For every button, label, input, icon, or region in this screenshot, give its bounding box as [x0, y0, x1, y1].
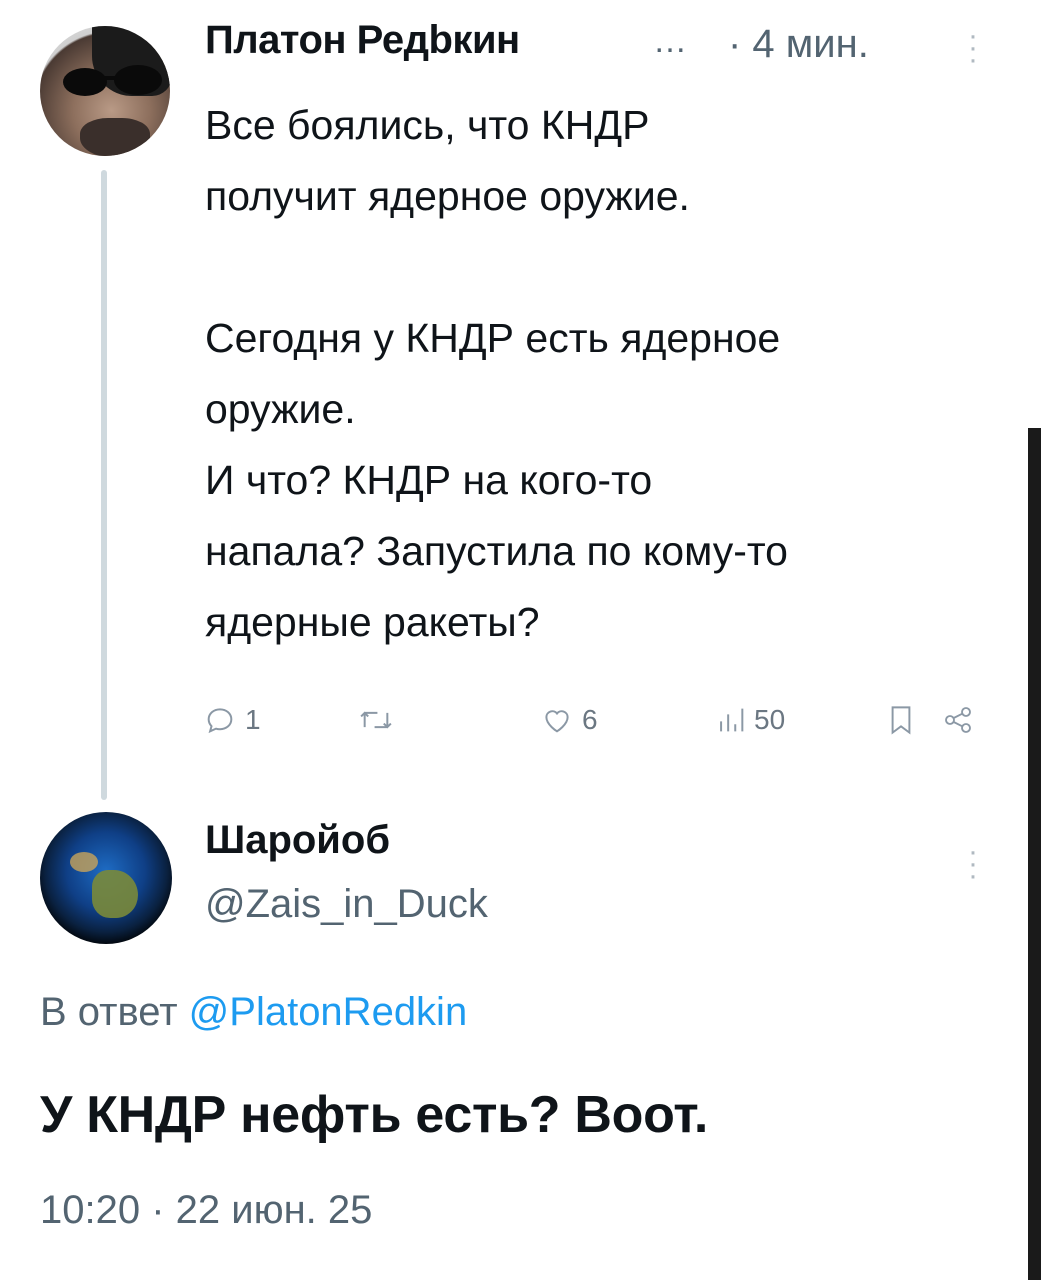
bookmark-icon	[891, 706, 911, 735]
thread-connector-line	[101, 170, 107, 800]
avatar-globe-continent	[92, 870, 138, 918]
retweet-button[interactable]	[357, 700, 403, 740]
sunglasses-icon	[63, 65, 162, 96]
views-button[interactable]: 50	[716, 700, 785, 740]
reply-mention-link[interactable]: @PlatonRedkin	[189, 990, 468, 1034]
reply-icon	[207, 708, 233, 734]
parent-author-name[interactable]: Платон Редbкин	[205, 18, 520, 63]
more-options-icon[interactable]: · · ·	[963, 837, 983, 891]
share-icon	[945, 707, 971, 733]
views-chart-icon	[720, 708, 744, 732]
retweet-icon	[360, 711, 392, 729]
avatar-beard	[80, 118, 150, 156]
avatar-globe-land	[70, 852, 98, 872]
reply-tweet-timestamp[interactable]: 10:20 · 22 июн. 25	[40, 1188, 372, 1233]
reply-author-handle[interactable]: @Zais_in_Duck	[205, 882, 488, 927]
share-button[interactable]	[942, 700, 974, 740]
scrollbar[interactable]	[1028, 428, 1041, 1280]
reply-button[interactable]: 1	[203, 700, 261, 740]
reply-count: 1	[245, 704, 261, 735]
like-count: 6	[582, 704, 598, 735]
reply-prefix: В ответ	[40, 990, 178, 1034]
parent-tweet-time[interactable]: · 4 мин.	[728, 22, 869, 67]
bookmark-button[interactable]	[887, 700, 915, 740]
views-count: 50	[754, 704, 786, 735]
parent-author-avatar[interactable]	[40, 26, 170, 156]
reply-context: В ответ @PlatonRedkin	[40, 990, 467, 1035]
parent-tweet-text: Все боялись, что КНДР получит ядерное ор…	[205, 102, 788, 645]
author-name-ellipsis: …	[653, 22, 687, 60]
heart-icon	[545, 710, 569, 733]
reply-author-name[interactable]: Шаройоб	[205, 818, 390, 863]
reply-tweet-text: У КНДР нефть есть? Воот.	[40, 1086, 709, 1144]
like-button[interactable]: 6	[540, 700, 598, 740]
more-options-icon[interactable]: · · ·	[963, 21, 983, 75]
reply-author-avatar[interactable]	[40, 812, 172, 944]
